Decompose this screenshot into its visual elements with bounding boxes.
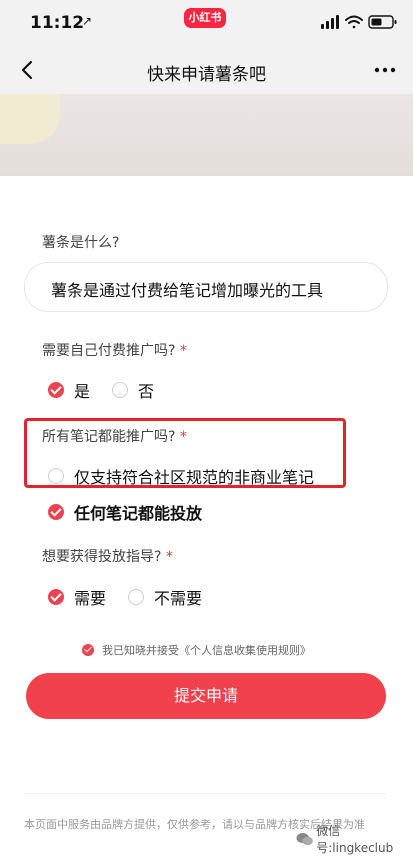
watermark-text: 微信号:lingkeclub (316, 824, 394, 855)
answer-text: 薯条是通过付费给笔记增加曝光的工具 (51, 281, 324, 300)
consent-text: 我已知晓并接受《个人信息收集使用规则》 (102, 644, 311, 657)
status-icons (321, 15, 397, 29)
option-yes[interactable]: 是 (48, 378, 90, 402)
signal-icon (321, 15, 339, 29)
banner-decoration (0, 94, 60, 144)
radio-unchecked-icon (48, 468, 64, 484)
option-label: 仅支持符合社区规范的非商业笔记 (74, 468, 315, 487)
radio-checked-icon (48, 382, 64, 398)
wifi-icon (345, 15, 363, 29)
option-label: 需要 (74, 589, 107, 608)
radio-unchecked-icon (112, 382, 128, 398)
app-badge: 小红书 (184, 8, 226, 28)
option-no[interactable]: 否 (112, 378, 154, 402)
option-compliant-only[interactable]: 仅支持符合社区规范的非商业笔记 (48, 464, 314, 488)
option-need[interactable]: 需要 (48, 585, 106, 609)
option-label: 否 (138, 382, 155, 401)
submit-button[interactable]: 提交申请 (26, 673, 386, 719)
nav-bar: 快来申请薯条吧 (0, 46, 413, 94)
question-label: 想要获得投放指导? (42, 549, 162, 565)
required-mark: * (165, 549, 173, 565)
question-pay-to-promote: 需要自己付费推广吗? * (42, 340, 187, 360)
more-icon[interactable] (373, 58, 397, 82)
question-want-guidance: 想要获得投放指导? * (42, 546, 173, 566)
question-label: 薯条是什么? (42, 235, 120, 251)
radio-unchecked-icon (128, 589, 144, 605)
option-label: 是 (74, 382, 91, 401)
banner-image (0, 94, 413, 176)
consent-checkbox[interactable]: 我已知晓并接受《个人信息收集使用规则》 (82, 642, 311, 658)
radio-checked-icon (48, 504, 64, 520)
option-not-need[interactable]: 不需要 (128, 585, 202, 609)
question-what-is-shutiao: 薯条是什么? (42, 232, 119, 252)
radio-checked-icon (48, 589, 64, 605)
option-any-note[interactable]: 任何笔记都能投放 (48, 500, 202, 524)
option-label: 不需要 (154, 589, 203, 608)
location-arrow-icon: ↗ (82, 14, 93, 28)
option-label: 任何笔记都能投放 (74, 504, 203, 523)
divider (24, 793, 386, 794)
watermark: 微信号:lingkeclub (296, 822, 413, 856)
question-label: 需要自己付费推广吗? (42, 343, 176, 359)
page-title: 快来申请薯条吧 (147, 65, 266, 85)
required-mark: * (179, 343, 187, 359)
battery-icon (368, 15, 397, 29)
answer-field[interactable]: 薯条是通过付费给笔记增加曝光的工具 (24, 262, 388, 312)
status-time: 11:12 (30, 13, 85, 33)
wechat-icon (296, 833, 313, 846)
status-bar: 11:12 ↗ 小红书 (0, 0, 413, 46)
checkbox-checked-icon (82, 644, 94, 656)
